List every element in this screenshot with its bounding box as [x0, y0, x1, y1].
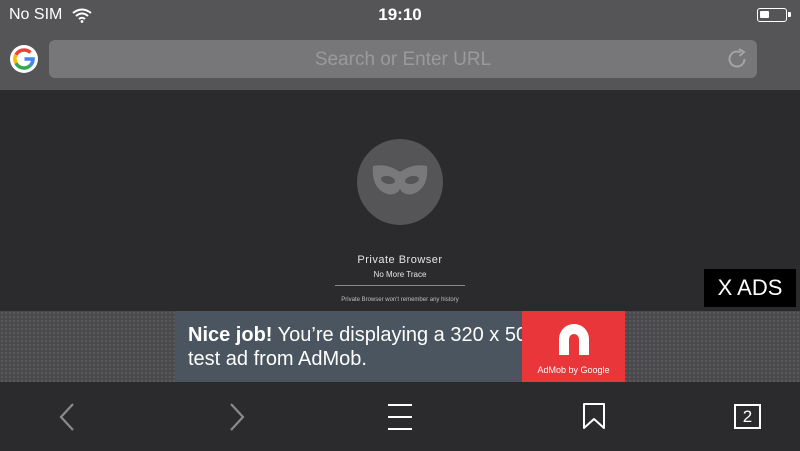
clock: 19:10: [378, 5, 422, 24]
private-subtitle: No More Trace: [373, 270, 427, 279]
close-ads-button[interactable]: X ADS: [704, 269, 796, 307]
status-bar: No SIM 19:10: [0, 0, 800, 30]
menu-icon: [388, 404, 412, 430]
mask-icon: [372, 165, 428, 195]
reload-icon[interactable]: [725, 47, 749, 71]
ad-strip: Nice job! You’re displaying a 320 x 50 t…: [0, 311, 800, 382]
forward-button[interactable]: [196, 382, 276, 451]
google-g-glyph: [13, 48, 35, 70]
tabs-button[interactable]: 2: [734, 404, 761, 429]
chevron-right-icon: [230, 403, 245, 431]
private-note: Private Browser won't remember any histo…: [341, 297, 459, 303]
battery-icon: [757, 8, 791, 22]
back-button[interactable]: [27, 382, 107, 451]
google-logo-icon[interactable]: [10, 45, 38, 73]
address-toolbar: Search or Enter URL: [0, 30, 800, 90]
menu-button[interactable]: [360, 382, 440, 451]
url-placeholder: Search or Enter URL: [314, 49, 492, 70]
battery-nub: [788, 12, 791, 17]
ad-banner[interactable]: Nice job! You’re displaying a 320 x 50 t…: [175, 311, 625, 382]
ad-headline-bold: Nice job!: [188, 324, 273, 346]
divider: [335, 285, 465, 286]
mask-badge: [357, 139, 443, 225]
admob-label: AdMob by Google: [537, 365, 610, 375]
chevron-left-icon: [59, 403, 74, 431]
url-input[interactable]: Search or Enter URL: [49, 40, 757, 78]
private-title: Private Browser: [357, 254, 443, 266]
bookmark-button[interactable]: [554, 382, 634, 451]
bottom-toolbar: 2: [0, 382, 800, 451]
admob-icon: [559, 324, 589, 355]
ad-headline: Nice job! You’re displaying a 320 x 50 t…: [188, 323, 528, 371]
battery-level: [760, 11, 769, 18]
bookmark-icon: [583, 403, 605, 429]
private-browsing-page: Private Browser No More Trace Private Br…: [0, 90, 800, 311]
admob-logo-box: AdMob by Google: [522, 311, 625, 382]
